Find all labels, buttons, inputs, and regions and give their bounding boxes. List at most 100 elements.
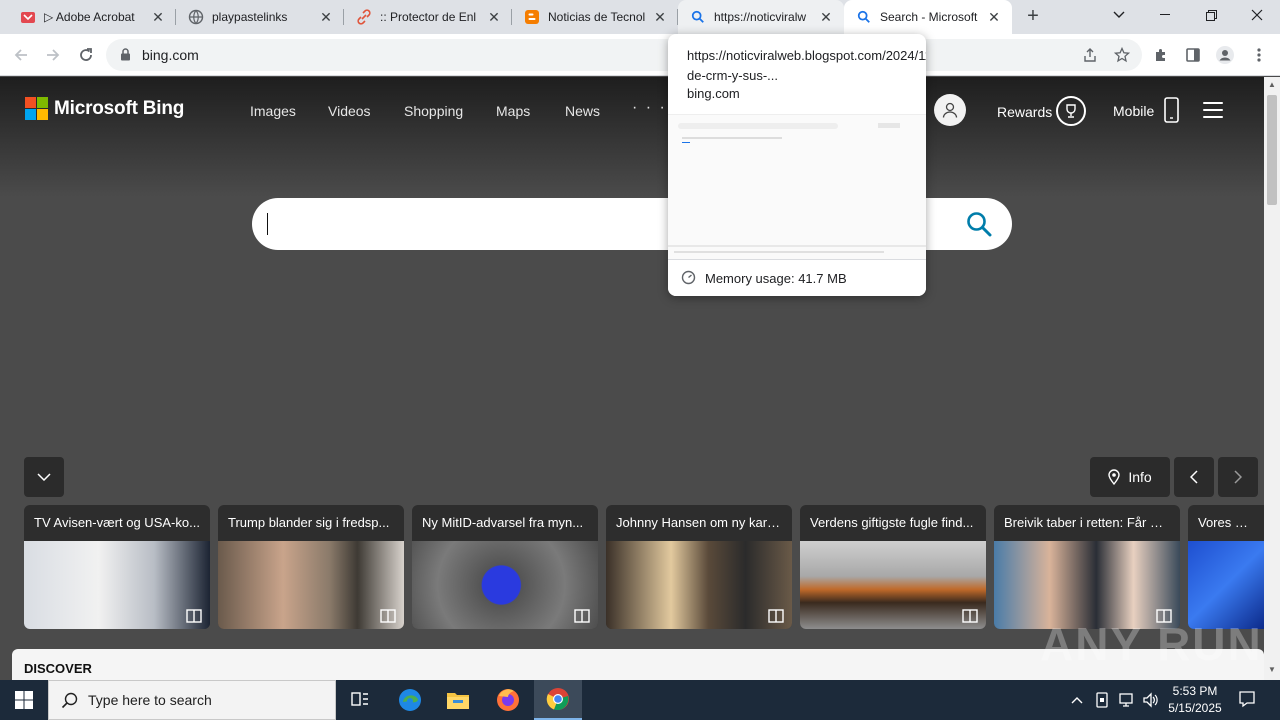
side-panel-icon[interactable] — [1183, 45, 1203, 65]
news-card[interactable]: Vores nabo — [1188, 505, 1264, 629]
lock-icon[interactable] — [120, 48, 131, 66]
nav-shopping[interactable]: Shopping — [404, 103, 463, 119]
memory-usage-row: Memory usage: 41.7 MB — [668, 259, 926, 296]
scrollbar-thumb[interactable] — [1267, 95, 1277, 205]
share-icon[interactable] — [1080, 45, 1100, 65]
back-button[interactable] — [9, 43, 33, 67]
taskbar-edge[interactable] — [386, 680, 434, 720]
start-button[interactable] — [0, 680, 48, 720]
slideshow-icon — [768, 609, 784, 623]
news-card[interactable]: TV Avisen-vært og USA-ko... — [24, 505, 210, 629]
network-icon[interactable] — [1119, 692, 1135, 711]
chevron-right-icon — [1234, 470, 1242, 484]
system-clock[interactable]: 5:53 PM 5/15/2025 — [1160, 683, 1230, 717]
hover-card-domain: bing.com — [687, 86, 740, 101]
sign-in-avatar[interactable] — [934, 94, 966, 126]
nav-images[interactable]: Images — [250, 103, 296, 119]
tab-title: Noticias de Tecnol — [548, 10, 646, 24]
news-card[interactable]: Verdens giftigste fugle find... — [800, 505, 986, 629]
browser-toolbar: bing.com — [0, 34, 1280, 76]
news-headline: Johnny Hansen om ny karri... — [616, 515, 786, 530]
anyrun-watermark: ANY RUN — [1040, 618, 1263, 670]
reload-button[interactable] — [74, 43, 98, 67]
trophy-icon[interactable] — [1056, 96, 1086, 126]
previous-button[interactable] — [1174, 457, 1214, 497]
close-tab-icon[interactable]: ✕ — [150, 9, 166, 26]
news-card[interactable]: Trump blander sig i fredsp... — [218, 505, 404, 629]
tray-overflow-chevron-icon[interactable] — [1071, 692, 1083, 707]
collapse-chevron-button[interactable] — [24, 457, 64, 497]
tab-playpastelinks[interactable]: playpastelinks ✕ — [176, 0, 344, 34]
close-window-button[interactable] — [1234, 0, 1280, 30]
slideshow-icon — [186, 609, 202, 623]
notifications-icon[interactable] — [1238, 690, 1256, 711]
minimize-button[interactable] — [1142, 0, 1188, 30]
nav-videos[interactable]: Videos — [328, 103, 371, 119]
extensions-icon[interactable] — [1151, 45, 1171, 65]
news-thumbnail — [412, 541, 598, 629]
address-bar[interactable]: bing.com — [106, 39, 1142, 71]
taskbar-firefox[interactable] — [484, 680, 532, 720]
search-icon — [61, 692, 78, 709]
news-headline: TV Avisen-vært og USA-ko... — [34, 515, 200, 530]
mobile-label[interactable]: Mobile — [1113, 103, 1154, 119]
tab-title: ▷ Adobe Acrobat — [44, 10, 135, 24]
vertical-scrollbar[interactable]: ▲ ▼ — [1264, 77, 1280, 680]
close-tab-icon[interactable]: ✕ — [818, 9, 834, 26]
hamburger-menu-icon[interactable] — [1203, 102, 1223, 123]
windows-logo-icon — [15, 691, 33, 709]
tab-search-microsoft-bing[interactable]: Search - Microsoft ✕ — [844, 0, 1012, 34]
globe-icon — [188, 9, 204, 25]
close-tab-icon[interactable]: ✕ — [652, 9, 668, 26]
taskbar-file-explorer[interactable] — [434, 680, 482, 720]
link-icon — [356, 9, 372, 25]
slideshow-icon — [574, 609, 590, 623]
tab-search-chevron-icon[interactable] — [1096, 0, 1142, 30]
scroll-down-icon[interactable]: ▼ — [1267, 665, 1277, 674]
folder-icon — [447, 693, 469, 709]
next-button[interactable] — [1218, 457, 1258, 497]
forward-button[interactable] — [41, 43, 65, 67]
nav-more-icon[interactable]: · · · — [632, 99, 667, 117]
info-label: Info — [1128, 469, 1152, 485]
close-tab-icon[interactable]: ✕ — [986, 9, 1002, 26]
task-view-button[interactable] — [336, 680, 384, 720]
chevron-down-icon — [37, 473, 51, 481]
volume-icon[interactable] — [1142, 692, 1158, 711]
tab-noticviralweb[interactable]: https://noticviralw ✕ — [678, 0, 844, 34]
profile-icon[interactable] — [1215, 45, 1235, 65]
news-card[interactable]: Johnny Hansen om ny karri... — [606, 505, 792, 629]
close-tab-icon[interactable]: ✕ — [486, 9, 502, 26]
news-headline: Trump blander sig i fredsp... — [228, 515, 390, 530]
device-icon[interactable] — [1095, 692, 1109, 711]
news-thumbnail — [1188, 541, 1264, 629]
tab-title: Search - Microsoft — [880, 10, 978, 24]
scroll-up-icon[interactable]: ▲ — [1267, 80, 1277, 89]
logo-text: Microsoft Bing — [54, 97, 185, 119]
info-button[interactable]: Info — [1090, 457, 1170, 497]
tab-noticias-de-tecnologia[interactable]: Noticias de Tecnol ✕ — [512, 0, 678, 34]
task-view-icon — [351, 692, 368, 706]
bookmark-star-icon[interactable] — [1112, 45, 1132, 65]
taskbar-search-box[interactable]: Type here to search — [48, 680, 336, 720]
search-icon — [690, 9, 706, 25]
search-icon[interactable] — [966, 211, 992, 242]
rewards-label[interactable]: Rewards — [997, 104, 1052, 120]
tab-protector-de-enlaces[interactable]: :: Protector de Enl ✕ — [344, 0, 512, 34]
new-tab-button[interactable]: + — [1022, 6, 1044, 28]
news-headline: Ny MitID-advarsel fra myn... — [422, 515, 584, 530]
nav-maps[interactable]: Maps — [496, 103, 530, 119]
phone-icon[interactable] — [1164, 97, 1179, 128]
news-card[interactable]: Ny MitID-advarsel fra myn... — [412, 505, 598, 629]
more-menu-icon[interactable] — [1249, 45, 1269, 65]
clock-date: 5/15/2025 — [1168, 701, 1222, 715]
taskbar-chrome[interactable] — [534, 680, 582, 720]
firefox-icon — [497, 689, 519, 711]
close-tab-icon[interactable]: ✕ — [318, 9, 334, 26]
nav-news[interactable]: News — [565, 103, 600, 119]
tab-adobe-acrobat[interactable]: ▷ Adobe Acrobat ✕ — [8, 0, 176, 34]
bing-logo[interactable]: Microsoft Bing — [25, 97, 184, 120]
text-caret — [267, 213, 268, 235]
news-card[interactable]: Breivik taber i retten: Får af... — [994, 505, 1180, 629]
restore-button[interactable] — [1188, 0, 1234, 30]
